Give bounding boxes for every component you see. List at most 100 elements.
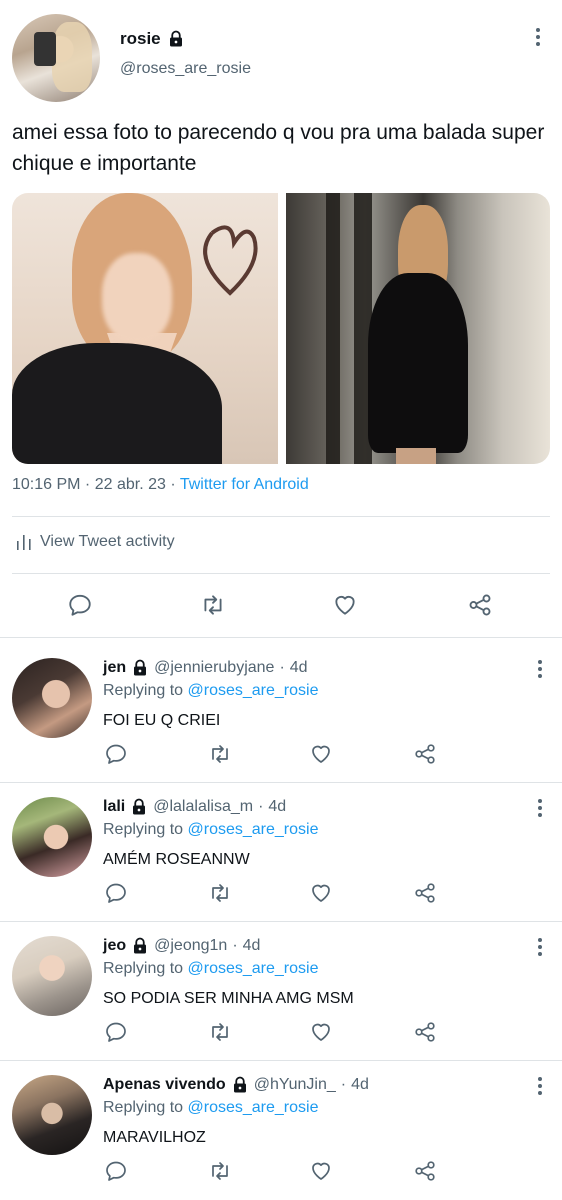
avatar[interactable]	[12, 797, 92, 877]
retweet-button[interactable]	[208, 1020, 234, 1046]
retweet-icon	[204, 595, 222, 615]
photo-right[interactable]	[286, 193, 550, 464]
author-handle[interactable]: @roses_are_rosie	[120, 60, 251, 78]
reply-item[interactable]: jeo @jeong1n · 4d Replying to @roses_are…	[0, 916, 562, 1055]
lock-icon	[130, 798, 148, 816]
tweet-source-link[interactable]: Twitter for Android	[180, 476, 309, 493]
replying-to: Replying to @roses_are_rosie	[103, 1099, 319, 1116]
retweet-button[interactable]	[208, 881, 234, 907]
photo-left[interactable]	[12, 193, 278, 464]
tweet-text: amei essa foto to parecendo q vou pra um…	[12, 121, 545, 175]
lock-icon	[231, 1076, 249, 1094]
replying-to-link[interactable]: @roses_are_rosie	[188, 821, 319, 838]
reply-icon	[106, 883, 126, 903]
replying-to-link[interactable]: @roses_are_rosie	[188, 682, 319, 699]
reply-text: MARAVILHOZ	[103, 1129, 206, 1146]
reply-text: FOI EU Q CRIEI	[103, 712, 221, 729]
lock-icon	[167, 30, 185, 48]
replying-to-link[interactable]: @roses_are_rosie	[188, 960, 319, 977]
view-activity-label: View Tweet activity	[40, 533, 175, 550]
reply-header: lali @lalalalisa_m · 4d	[103, 798, 287, 816]
reply-item[interactable]: Apenas vivendo @hYunJin_ · 4d Replying t…	[0, 1055, 562, 1194]
like-button[interactable]	[331, 591, 359, 619]
share-icon	[415, 1022, 435, 1042]
avatar[interactable]	[12, 936, 92, 1016]
more-icon[interactable]	[537, 660, 543, 678]
reply-author-handle[interactable]: @jeong1n	[154, 937, 227, 955]
replying-to: Replying to @roses_are_rosie	[103, 960, 319, 977]
reply-button[interactable]	[104, 881, 130, 907]
reply-item[interactable]: lali @lalalalisa_m · 4d Replying to @ros…	[0, 777, 562, 916]
divider	[12, 516, 550, 517]
share-button[interactable]	[466, 591, 494, 619]
like-button[interactable]	[309, 1159, 335, 1185]
reply-author-name[interactable]: jen	[103, 659, 126, 677]
avatar[interactable]	[12, 14, 100, 102]
reply-button[interactable]	[66, 591, 94, 619]
reply-icon	[106, 1161, 126, 1181]
share-button[interactable]	[413, 881, 439, 907]
lock-icon	[131, 659, 149, 677]
reply-author-handle[interactable]: @jennierubyjane	[154, 659, 274, 677]
heart-icon	[312, 1023, 330, 1041]
reply-time: 4d	[242, 937, 261, 954]
tweet-meta: 10:16 PM · 22 abr. 23 · Twitter for Andr…	[12, 476, 309, 493]
more-icon[interactable]	[535, 28, 541, 46]
heart-icon	[335, 596, 355, 615]
reply-icon	[106, 1022, 126, 1042]
avatar[interactable]	[12, 658, 92, 738]
bar-chart-icon	[17, 535, 31, 550]
reply-item[interactable]: jen @jennierubyjane · 4d Replying to @ro…	[0, 638, 562, 777]
reply-button[interactable]	[104, 742, 130, 768]
share-icon	[415, 1161, 435, 1181]
heart-icon	[312, 1162, 330, 1180]
share-icon	[415, 744, 435, 764]
share-icon	[469, 594, 491, 616]
heart-icon	[312, 745, 330, 763]
reply-author-handle[interactable]: @hYunJin_	[254, 1076, 336, 1094]
retweet-icon	[212, 1023, 228, 1041]
more-icon[interactable]	[537, 938, 543, 956]
reply-text: SO PODIA SER MINHA AMG MSM	[103, 990, 354, 1007]
retweet-icon	[212, 1162, 228, 1180]
like-button[interactable]	[309, 1020, 335, 1046]
share-button[interactable]	[413, 1020, 439, 1046]
reply-time: 4d	[268, 798, 287, 815]
share-button[interactable]	[413, 742, 439, 768]
reply-author-name[interactable]: lali	[103, 798, 125, 816]
reply-author-name[interactable]: jeo	[103, 937, 126, 955]
avatar[interactable]	[12, 1075, 92, 1155]
lock-icon	[131, 937, 149, 955]
like-button[interactable]	[309, 742, 335, 768]
author-name[interactable]: rosie	[120, 29, 185, 49]
heart-icon	[312, 884, 330, 902]
reply-header: jeo @jeong1n · 4d	[103, 937, 261, 955]
reply-header: jen @jennierubyjane · 4d	[103, 659, 308, 677]
author-name-text: rosie	[120, 29, 161, 48]
like-button[interactable]	[309, 881, 335, 907]
reply-text: AMÉM ROSEANNW	[103, 851, 250, 868]
reply-time: 4d	[289, 659, 308, 676]
replying-to: Replying to @roses_are_rosie	[103, 682, 319, 699]
replying-to: Replying to @roses_are_rosie	[103, 821, 319, 838]
more-icon[interactable]	[537, 1077, 543, 1095]
reply-author-name[interactable]: Apenas vivendo	[103, 1076, 226, 1094]
reply-button[interactable]	[104, 1159, 130, 1185]
more-icon[interactable]	[537, 799, 543, 817]
reply-author-handle[interactable]: @lalalalisa_m	[153, 798, 253, 816]
retweet-icon	[212, 884, 228, 902]
tweet-date: 22 abr. 23	[94, 476, 166, 493]
replying-to-link[interactable]: @roses_are_rosie	[188, 1099, 319, 1116]
reply-button[interactable]	[104, 1020, 130, 1046]
share-button[interactable]	[413, 1159, 439, 1185]
reply-icon	[106, 744, 126, 764]
share-icon	[415, 883, 435, 903]
reply-time: 4d	[351, 1076, 369, 1093]
view-activity-button[interactable]: View Tweet activity	[16, 533, 175, 551]
retweet-button[interactable]	[208, 1159, 234, 1185]
tweet-time: 10:16 PM	[12, 476, 81, 493]
retweet-button[interactable]	[208, 742, 234, 768]
reply-header: Apenas vivendo @hYunJin_ · 4d	[103, 1076, 369, 1094]
retweet-icon	[212, 745, 228, 763]
retweet-button[interactable]	[199, 591, 227, 619]
